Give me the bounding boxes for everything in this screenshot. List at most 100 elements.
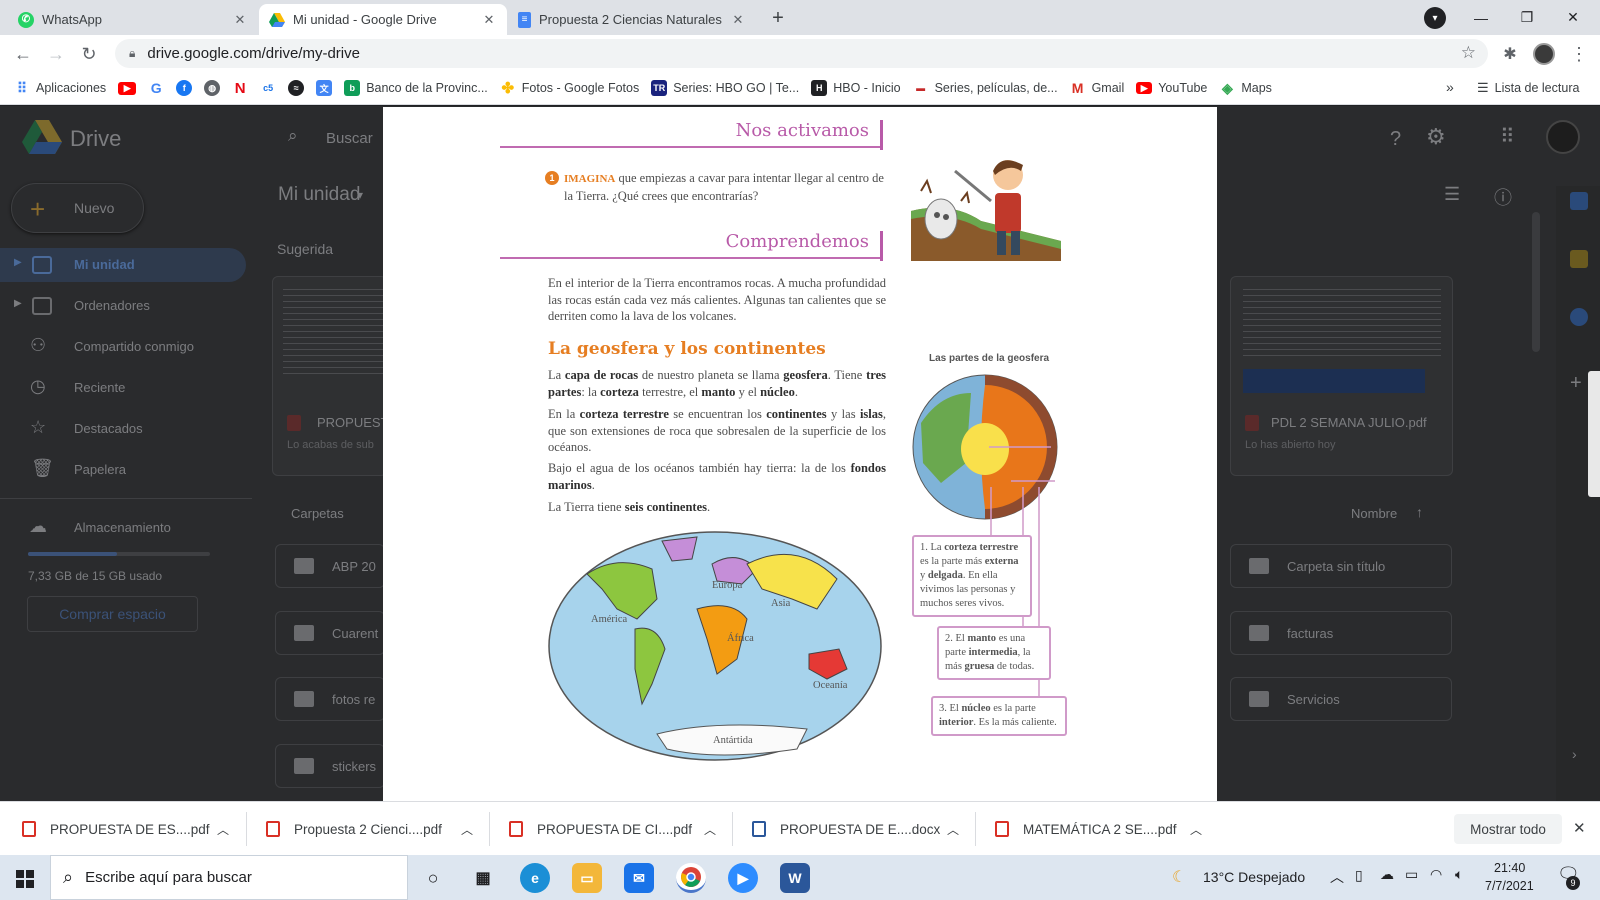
close-icon[interactable]: ✕ [232, 12, 248, 28]
download-item[interactable]: PROPUESTA DE ES....pdf ︿ [0, 802, 245, 856]
bookmark-item[interactable]: N [232, 80, 248, 97]
close-icon[interactable]: ✕ [730, 12, 746, 28]
bookmark-star-icon[interactable]: ☆ [1461, 43, 1476, 63]
help-icon[interactable]: ? [1390, 128, 1401, 151]
suggested-file-card[interactable]: PROPUEST Lo acabas de sub [272, 276, 389, 476]
meet-now-icon[interactable]: ▯ [1355, 867, 1363, 884]
bookmark-item[interactable]: f [176, 80, 193, 96]
suggested-file-card[interactable]: PDL 2 SEMANA JULIO.pdf Lo has abierto ho… [1230, 276, 1453, 476]
tab-google-drive[interactable]: Mi unidad - Google Drive ✕ [259, 4, 507, 35]
chevron-up-icon[interactable]: ︿ [1190, 821, 1202, 838]
edge-icon[interactable]: e [520, 863, 550, 893]
download-item[interactable]: Propuesta 2 Cienci....pdf ︿ [244, 802, 489, 856]
bookmark-item[interactable]: ≈ [288, 80, 305, 96]
word-icon[interactable]: W [780, 863, 810, 893]
search-icon[interactable]: ⌕ [288, 126, 298, 146]
chevron-up-icon[interactable]: ︿ [704, 821, 716, 838]
kebab-menu-icon[interactable]: ⋮ [1566, 41, 1592, 67]
list-view-icon[interactable]: ☰ [1444, 184, 1460, 205]
chrome-icon[interactable] [676, 863, 706, 893]
search-input[interactable]: Buscar [326, 130, 373, 147]
google-apps-icon[interactable]: ⠿ [1500, 124, 1515, 149]
cortana-icon[interactable]: ○ [418, 863, 448, 893]
bookmark-item[interactable]: G [148, 80, 164, 96]
gear-icon[interactable]: ⚙ [1426, 124, 1446, 150]
scrollbar-thumb[interactable] [1532, 212, 1540, 352]
windows-start-icon[interactable] [16, 870, 34, 888]
battery-icon[interactable]: ▭ [1405, 866, 1418, 883]
task-view-icon[interactable]: ▦ [468, 863, 498, 893]
arrow-up-icon[interactable]: ↑ [1416, 504, 1423, 520]
sidebar-item-papelera[interactable]: 🗑︎ Papelera [0, 453, 246, 487]
chevron-right-icon[interactable]: › [1572, 746, 1577, 762]
bookmarks-overflow-icon[interactable]: » [1446, 79, 1454, 95]
folder-item[interactable]: Servicios [1230, 677, 1452, 721]
chevron-up-icon[interactable]: ︿ [217, 821, 229, 838]
taskbar-search-box[interactable]: ⌕ Escribe aquí para buscar [50, 855, 408, 900]
file-explorer-icon[interactable]: ▭ [572, 863, 602, 893]
bookmark-item[interactable]: ◍ [204, 80, 221, 96]
new-tab-button[interactable]: + [765, 7, 791, 31]
folder-item[interactable]: stickers [275, 744, 385, 788]
download-item[interactable]: PROPUESTA DE CI....pdf ︿ [487, 802, 732, 856]
sort-label[interactable]: Nombre [1351, 506, 1397, 521]
folder-item[interactable]: facturas [1230, 611, 1452, 655]
keep-icon[interactable] [1570, 250, 1588, 268]
sidebar-item-reciente[interactable]: ◷ Reciente [0, 371, 246, 405]
folder-item[interactable]: fotos re [275, 677, 385, 721]
zoom-icon[interactable]: ▶ [728, 863, 758, 893]
scrollbar-thumb[interactable] [1588, 371, 1600, 497]
calendar-icon[interactable] [1570, 192, 1588, 210]
bookmark-item[interactable]: ✤ Fotos - Google Fotos [500, 80, 640, 97]
bookmark-item[interactable]: ▬ Series, películas, de... [913, 80, 1057, 96]
forward-icon[interactable]: → [43, 41, 69, 67]
sidebar-item-mi-unidad[interactable]: ▶ Mi unidad [0, 248, 246, 282]
folder-item[interactable]: Cuarent [275, 611, 385, 655]
chevron-down-icon[interactable]: ▾ [357, 188, 363, 202]
download-item[interactable]: MATEMÁTICA 2 SE....pdf ︿ [973, 802, 1218, 856]
extensions-puzzle-icon[interactable]: ✱ [1497, 41, 1523, 67]
bookmark-item[interactable]: ▶ YouTube [1136, 81, 1207, 95]
close-icon[interactable]: ✕ [1573, 819, 1586, 837]
download-item[interactable]: PROPUESTA DE E....docx ︿ [730, 802, 975, 856]
bookmark-item[interactable]: H HBO - Inicio [811, 80, 901, 96]
bookmark-item[interactable]: ⠿ Aplicaciones [14, 80, 106, 96]
tab-search-icon[interactable]: ▾ [1424, 7, 1446, 29]
bookmark-item[interactable]: ◈ Maps [1219, 80, 1272, 96]
bookmark-item[interactable]: ▶ [118, 81, 137, 95]
tab-whatsapp[interactable]: ✆ WhatsApp ✕ [8, 4, 258, 35]
bookmark-item[interactable]: M Gmail [1070, 80, 1125, 96]
folder-item[interactable]: ABP 20 [275, 544, 385, 588]
plus-icon[interactable]: + [1570, 372, 1582, 395]
onedrive-cloud-icon[interactable]: ☁ [1380, 866, 1394, 883]
chevron-up-icon[interactable]: ︿ [461, 821, 473, 838]
sidebar-item-compartido[interactable]: ⚇ Compartido conmigo [0, 330, 246, 364]
address-bar[interactable]: 🔒︎ drive.google.com/drive/my-drive ☆ [115, 39, 1488, 68]
sidebar-item-ordenadores[interactable]: ▶ Ordenadores [0, 289, 246, 323]
window-close-button[interactable]: ✕ [1550, 0, 1596, 35]
close-icon[interactable]: ✕ [481, 12, 497, 28]
clock-time[interactable]: 21:40 [1494, 861, 1525, 875]
bookmark-item[interactable]: b Banco de la Provinc... [344, 80, 488, 96]
info-icon[interactable]: ⓘ [1494, 184, 1512, 210]
wifi-icon[interactable]: ◠ [1430, 866, 1442, 883]
tab-google-docs[interactable]: ≡ Propuesta 2 Ciencias Naturales - ✕ [508, 4, 756, 35]
restore-button[interactable]: ❐ [1504, 0, 1550, 35]
bookmark-item[interactable]: 文 [316, 80, 333, 96]
volume-icon[interactable]: 🔈︎ [1455, 866, 1463, 883]
show-all-button[interactable]: Mostrar todo [1454, 814, 1562, 844]
new-button[interactable]: + Nuevo [11, 183, 144, 233]
clock-date[interactable]: 7/7/2021 [1485, 879, 1534, 893]
minimize-button[interactable]: — [1458, 0, 1504, 35]
sidebar-item-destacados[interactable]: ☆ Destacados [0, 412, 246, 446]
bookmark-item[interactable]: TR Series: HBO GO | Te... [651, 80, 799, 96]
chevron-up-icon[interactable]: ︿ [947, 821, 959, 838]
profile-avatar[interactable] [1533, 43, 1555, 65]
mail-icon[interactable]: ✉ [624, 863, 654, 893]
reading-list-button[interactable]: ☰ Lista de lectura [1477, 80, 1579, 96]
reload-icon[interactable]: ↻ [76, 41, 102, 67]
chevron-up-icon[interactable]: ︿ [1330, 867, 1344, 887]
weather-text[interactable]: 13°C Despejado [1203, 869, 1305, 885]
tasks-icon[interactable] [1570, 308, 1588, 326]
account-avatar[interactable] [1546, 120, 1580, 154]
